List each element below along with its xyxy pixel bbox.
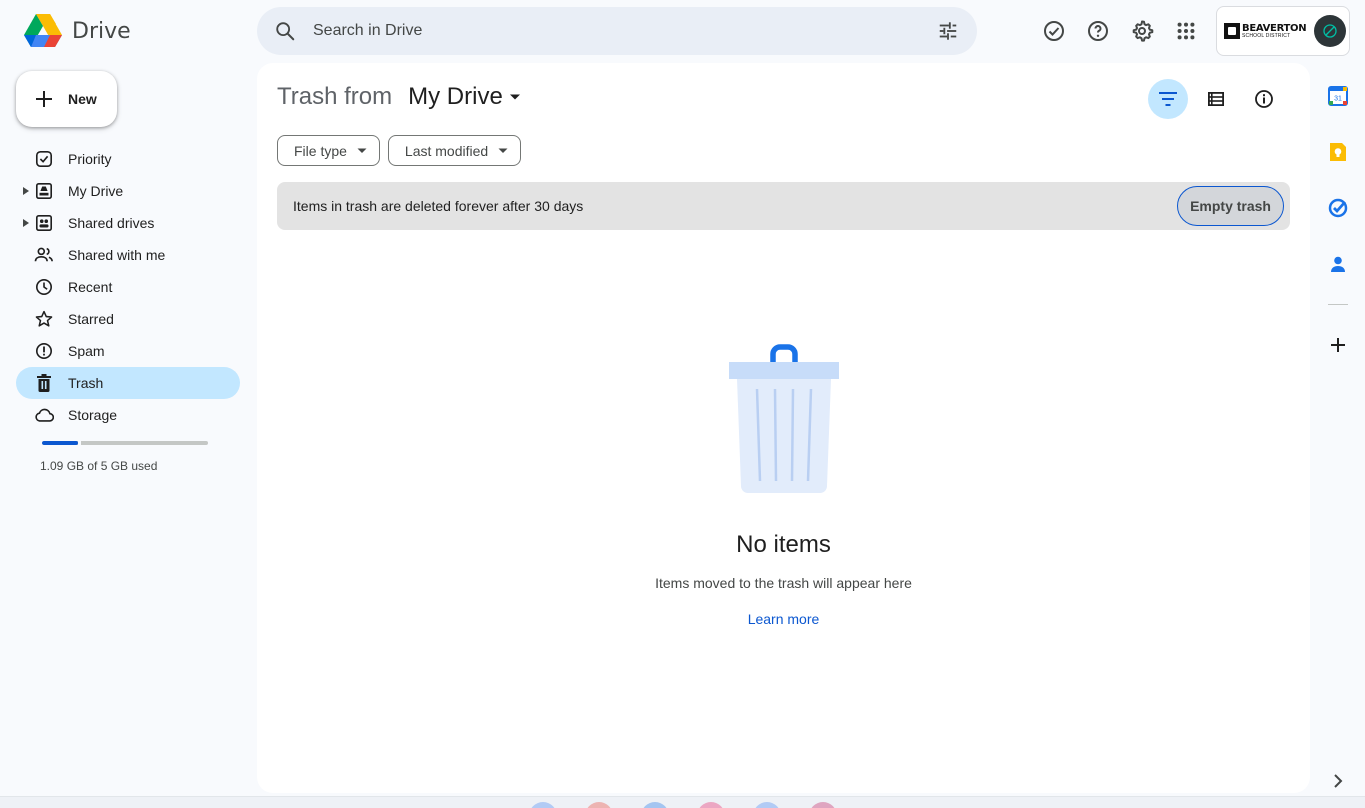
sidebar-item-spam[interactable]: Spam (16, 335, 240, 367)
calendar-icon[interactable]: 31 (1318, 76, 1358, 116)
empty-state: No items Items moved to the trash will a… (257, 343, 1310, 627)
empty-trash-button[interactable]: Empty trash (1177, 186, 1284, 226)
priority-icon (34, 149, 54, 169)
empty-trash-illustration (728, 344, 839, 493)
shared-drives-icon (34, 213, 54, 233)
org-sub: SCHOOL DISTRICT (1242, 32, 1291, 39)
sidebar-item-label: Priority (68, 151, 112, 167)
search-options-icon[interactable] (919, 20, 977, 42)
sidebar-item-label: My Drive (68, 183, 124, 199)
sidebar-item-label: Starred (68, 311, 114, 327)
drive-logo[interactable]: Drive (24, 14, 131, 48)
search-icon[interactable] (257, 20, 313, 42)
filter-toggle-button[interactable] (1148, 79, 1188, 119)
dropdown-arrow-icon (498, 148, 508, 153)
list-view-button[interactable] (1196, 79, 1236, 119)
add-addon-icon[interactable] (1318, 325, 1358, 365)
org-logo: BEAVERTON SCHOOL DISTRICT (1224, 22, 1307, 39)
help-icon[interactable] (1076, 9, 1120, 53)
expand-caret-icon[interactable] (23, 187, 31, 195)
sidebar-item-recent[interactable]: Recent (16, 271, 240, 303)
details-button[interactable] (1244, 79, 1284, 119)
taskbar-strip (0, 796, 1365, 808)
last-modified-filter-label: Last modified (404, 142, 489, 159)
shared-with-me-icon (34, 245, 54, 265)
list-view-icon (1208, 92, 1224, 106)
sidebar-item-label: Shared with me (68, 247, 166, 263)
side-panel: 31 (1318, 76, 1358, 381)
page-title: Trash from My Drive (277, 83, 521, 111)
sidebar-item-label: Recent (68, 279, 113, 295)
sidebar-item-starred[interactable]: Starred (16, 303, 240, 335)
sidebar-item-label: Shared drives (68, 215, 155, 231)
info-icon (1255, 90, 1273, 108)
apps-grid-icon[interactable] (1164, 9, 1208, 53)
sidebar-nav: Priority My Drive Shared drives Shared w… (16, 143, 240, 431)
sidebar-item-my-drive[interactable]: My Drive (16, 175, 240, 207)
storage-usage-fill (42, 441, 79, 445)
sidebar-item-shared-drives[interactable]: Shared drives (16, 207, 240, 239)
sidebar-item-label: Spam (68, 343, 105, 359)
location-label: My Drive (408, 83, 503, 110)
app-name: Drive (72, 18, 131, 44)
chevron-right-icon[interactable] (1328, 771, 1348, 796)
storage-usage-text: 1.09 GB of 5 GB used (40, 459, 158, 473)
keep-icon[interactable] (1318, 132, 1358, 172)
account-switcher[interactable]: BEAVERTON SCHOOL DISTRICT (1216, 6, 1350, 56)
storage-usage-bar (42, 441, 208, 445)
file-type-filter[interactable]: File type (277, 135, 380, 166)
star-icon (34, 309, 54, 329)
filter-icon (1159, 92, 1177, 106)
sidebar-item-label: Storage (68, 407, 118, 423)
main-panel: Trash from My Drive File type Last modif… (257, 63, 1310, 793)
last-modified-filter[interactable]: Last modified (387, 135, 522, 166)
storage-bar-gap (78, 441, 82, 445)
cloud-icon (34, 405, 54, 425)
new-button-label: New (68, 91, 97, 107)
learn-more-link[interactable]: Learn more (748, 611, 820, 627)
sidebar-item-storage[interactable]: Storage (16, 399, 240, 431)
plus-icon (36, 91, 52, 107)
trash-icon (34, 373, 54, 393)
my-drive-icon (34, 181, 54, 201)
clock-icon (34, 277, 54, 297)
dropdown-arrow-icon (357, 148, 367, 153)
org-name: BEAVERTON (1242, 22, 1307, 34)
dropdown-arrow-icon (509, 94, 520, 100)
trash-retention-banner: Items in trash are deleted forever after… (277, 182, 1290, 230)
empty-state-title: No items (736, 531, 831, 558)
offline-ready-icon[interactable] (1032, 9, 1076, 53)
banner-text: Items in trash are deleted forever after… (293, 198, 584, 214)
drive-logo-icon (24, 14, 62, 47)
sidebar-item-label: Trash (68, 375, 104, 391)
search-input[interactable] (313, 22, 919, 40)
sidebar-item-shared-with-me[interactable]: Shared with me (16, 239, 240, 271)
side-panel-divider (1328, 304, 1348, 305)
empty-state-subtitle: Items moved to the trash will appear her… (655, 575, 912, 591)
sidebar-item-priority[interactable]: Priority (16, 143, 240, 175)
org-logo-mark (1224, 23, 1240, 39)
file-type-filter-label: File type (294, 142, 347, 159)
sidebar-item-trash[interactable]: Trash (16, 367, 240, 399)
location-dropdown[interactable]: My Drive (408, 83, 521, 111)
tasks-icon[interactable] (1318, 188, 1358, 228)
contacts-icon[interactable] (1318, 244, 1358, 284)
avatar[interactable] (1314, 15, 1347, 47)
new-button[interactable]: New (16, 71, 117, 127)
settings-gear-icon[interactable] (1120, 9, 1164, 53)
expand-caret-icon[interactable] (23, 219, 31, 227)
svg-text:31: 31 (1334, 96, 1342, 103)
title-prefix: Trash from (277, 83, 393, 110)
search-bar[interactable] (257, 7, 977, 55)
spam-icon (34, 341, 54, 361)
